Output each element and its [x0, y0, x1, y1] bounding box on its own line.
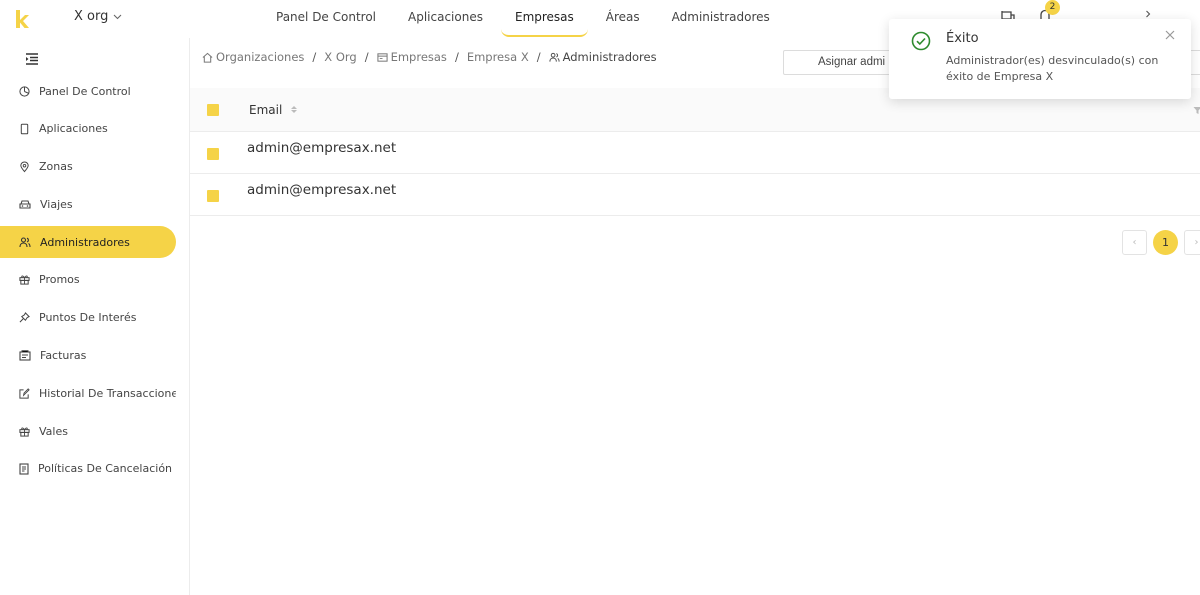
- breadcrumb-organizaciones[interactable]: Organizaciones: [202, 50, 304, 64]
- success-notification: Éxito Administrador(es) desvinculado(s) …: [889, 19, 1191, 99]
- close-icon[interactable]: [1165, 30, 1175, 40]
- sidebar-item-viajes[interactable]: Viajes: [0, 188, 176, 220]
- email-cell: admin@empresax.net: [247, 140, 397, 156]
- breadcrumb: Organizaciones / X Org / Empresas / Empr…: [202, 50, 657, 64]
- table-row: admin@empresax.net: [190, 132, 1200, 174]
- breadcrumb-label: Empresas: [390, 50, 447, 64]
- chevron-down-icon: [113, 14, 122, 19]
- filter-icon[interactable]: [1193, 106, 1200, 115]
- sidebar-item-vales[interactable]: Vales: [0, 415, 176, 447]
- tab-empresas[interactable]: Empresas: [499, 0, 590, 37]
- file-icon: [19, 463, 29, 475]
- users-icon: [549, 52, 560, 62]
- sidebar-item-politicas-de-cancelacion[interactable]: Políticas De Cancelación: [0, 453, 176, 485]
- menu-fold-icon[interactable]: [25, 53, 39, 65]
- tab-panel-de-control[interactable]: Panel De Control: [260, 0, 392, 36]
- sidebar-item-label: Historial De Transacciones: [39, 386, 176, 400]
- breadcrumb-empresas[interactable]: Empresas: [376, 50, 447, 64]
- next-page-button[interactable]: ›: [1184, 230, 1200, 255]
- breadcrumb-separator: /: [536, 50, 541, 64]
- sidebar-item-label: Zonas: [39, 160, 73, 174]
- sidebar-item-puntos-de-interes[interactable]: Puntos De Interés: [0, 302, 176, 334]
- table-row: admin@empresax.net: [190, 174, 1200, 216]
- breadcrumb-separator: /: [454, 50, 459, 64]
- org-selector[interactable]: X org: [74, 9, 122, 24]
- home-icon: [202, 52, 213, 63]
- logo-icon[interactable]: [14, 8, 30, 30]
- pie-chart-icon: [19, 85, 30, 97]
- pagination: ‹ 1 ›: [1122, 230, 1200, 255]
- breadcrumb-label: Organizaciones: [216, 50, 305, 64]
- column-header-label: Email: [249, 102, 283, 117]
- invoice-icon: [19, 350, 31, 361]
- breadcrumb-separator: /: [364, 50, 369, 64]
- main-nav: Panel De Control Aplicaciones Empresas Á…: [260, 0, 786, 38]
- email-cell: admin@empresax.net: [247, 182, 397, 198]
- gift-icon: [19, 275, 30, 286]
- sidebar-item-promos[interactable]: Promos: [0, 264, 176, 296]
- check-circle-icon: [911, 31, 931, 51]
- tab-aplicaciones[interactable]: Aplicaciones: [392, 0, 499, 36]
- user-menu-caret-icon[interactable]: [1145, 10, 1151, 18]
- pushpin-icon: [19, 312, 30, 323]
- sidebar-item-label: Vales: [39, 424, 68, 438]
- sidebar-item-administradores[interactable]: Administradores: [0, 226, 176, 259]
- sidebar-item-label: Viajes: [40, 197, 73, 211]
- sidebar-item-label: Puntos De Interés: [39, 311, 137, 325]
- column-header-email[interactable]: Email: [249, 102, 298, 117]
- admins-table: Email admin@empresax.net admin@empresax.…: [190, 88, 1200, 216]
- notification-badge: 2: [1045, 0, 1060, 15]
- sort-icon[interactable]: [291, 106, 298, 113]
- sidebar-item-historial-de-transacciones[interactable]: Historial De Transacciones: [0, 377, 176, 409]
- breadcrumb-separator: /: [312, 50, 317, 64]
- secondary-action-button[interactable]: [1190, 50, 1200, 75]
- sidebar-item-label: Panel De Control: [39, 84, 131, 98]
- breadcrumb-label: Empresa X: [466, 50, 529, 64]
- page-button-current[interactable]: 1: [1153, 230, 1178, 255]
- sidebar-item-label: Políticas De Cancelación: [38, 462, 173, 476]
- phone-icon: [20, 123, 29, 135]
- sidebar: Panel De Control Aplicaciones Zonas Viaj…: [0, 38, 190, 595]
- users-icon: [19, 237, 31, 247]
- sidebar-item-panel-de-control[interactable]: Panel De Control: [0, 75, 176, 107]
- org-selector-label: X org: [74, 9, 109, 24]
- car-icon: [19, 200, 31, 209]
- breadcrumb-administradores: Administradores: [549, 50, 657, 64]
- building-icon: [376, 52, 388, 62]
- notification-title: Éxito: [946, 31, 979, 46]
- gift-icon: [19, 427, 30, 437]
- sidebar-item-label: Promos: [39, 273, 80, 287]
- edit-icon: [19, 388, 30, 399]
- sidebar-item-label: Administradores: [40, 235, 130, 249]
- breadcrumb-label: X Org: [324, 50, 357, 64]
- sidebar-item-facturas[interactable]: Facturas: [0, 340, 176, 372]
- breadcrumb-empresa-x[interactable]: Empresa X: [467, 50, 529, 64]
- row-checkbox[interactable]: [207, 147, 219, 160]
- sidebar-item-aplicaciones[interactable]: Aplicaciones: [0, 113, 176, 145]
- prev-page-button[interactable]: ‹: [1122, 230, 1147, 255]
- tab-administradores[interactable]: Administradores: [656, 0, 786, 36]
- select-all-checkbox[interactable]: [207, 103, 219, 116]
- notification-message: Administrador(es) desvinculado(s) con éx…: [946, 54, 1159, 83]
- sidebar-item-zonas[interactable]: Zonas: [0, 151, 176, 183]
- breadcrumb-label: Administradores: [562, 50, 657, 64]
- breadcrumb-x-org[interactable]: X Org: [324, 50, 356, 64]
- sidebar-item-label: Aplicaciones: [39, 122, 108, 136]
- tab-areas[interactable]: Áreas: [590, 0, 656, 36]
- sidebar-item-label: Facturas: [40, 349, 87, 363]
- assign-admin-button[interactable]: Asignar admi: [783, 50, 903, 75]
- location-icon: [20, 161, 29, 172]
- row-checkbox[interactable]: [207, 189, 219, 202]
